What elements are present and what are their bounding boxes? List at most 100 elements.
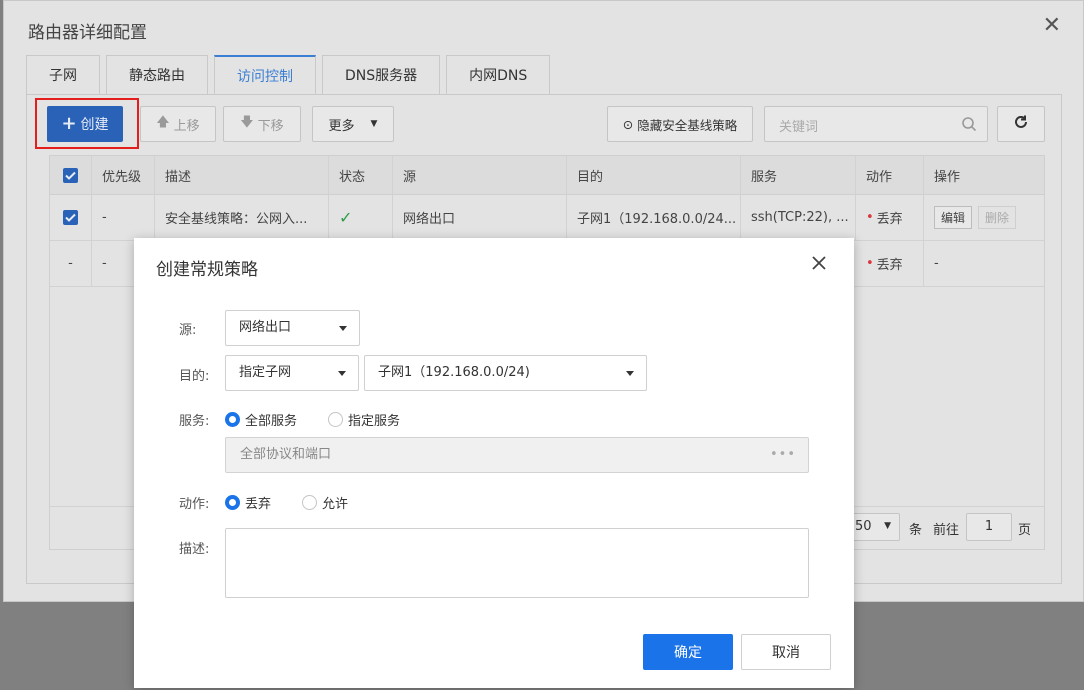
header-desc: 描述 (155, 156, 329, 194)
service-protocol-value: 全部协议和端口 (240, 447, 332, 462)
header-action: 动作 (856, 156, 924, 194)
tab-bar: 子网 静态路由 访问控制 DNS服务器 内网DNS (26, 55, 556, 96)
desc-label: 描述: (179, 542, 210, 557)
action-text: 丢弃 (876, 212, 903, 227)
modal-title: 创建常规策略 (156, 260, 258, 280)
edit-button[interactable]: 编辑 (934, 206, 973, 229)
cell-action: • 丢弃 (856, 195, 924, 240)
caret-down-icon (338, 371, 346, 376)
service-all-radio[interactable]: 全部服务 (225, 410, 297, 429)
row-checkbox[interactable] (50, 195, 92, 240)
plus-icon: + (61, 113, 77, 134)
service-protocol-field: 全部协议和端口 ••• (225, 437, 809, 473)
header-priority: 优先级 (92, 156, 155, 194)
refresh-button[interactable] (997, 106, 1045, 142)
cell-op: - (934, 256, 939, 271)
create-policy-modal: 创建常规策略 源: 网络出口 目的: 指定子网 子网1（192.168.0.0/… (134, 238, 854, 688)
dest-subnet-select[interactable]: 子网1（192.168.0.0/24) (364, 355, 647, 391)
table-header: 优先级 描述 状态 源 目的 服务 动作 操作 (50, 156, 1044, 195)
cell-action: • 丢弃 (856, 241, 924, 286)
cell-service: ssh(TCP:22), ... (741, 195, 856, 240)
dest-type-select[interactable]: 指定子网 (225, 355, 359, 391)
refresh-icon (1013, 114, 1029, 134)
header-service: 服务 (741, 156, 856, 194)
caret-down-icon (626, 371, 634, 376)
service-all-label: 全部服务 (245, 414, 298, 429)
caret-down-icon: ▼ (884, 521, 891, 531)
cell-desc: 安全基线策略：公网入... (155, 195, 329, 240)
header-source: 源 (393, 156, 567, 194)
close-icon[interactable]: ✕ (1043, 15, 1061, 37)
drop-dot-icon: • (866, 256, 874, 271)
tab-subnet[interactable]: 子网 (26, 55, 100, 95)
move-up-button[interactable]: 🡅 上移 (140, 106, 216, 142)
delete-button[interactable]: 删除 (978, 206, 1017, 229)
hide-baseline-label: 隐藏安全基线策略 (637, 117, 738, 133)
action-drop-radio[interactable]: 丢弃 (225, 493, 271, 512)
tab-static-route[interactable]: 静态路由 (106, 55, 208, 95)
checkbox-icon (63, 210, 78, 225)
cell-op: 编辑 删除 (924, 195, 1046, 240)
move-down-label: 下移 (257, 118, 284, 134)
pager-unit: 条 (909, 523, 923, 538)
more-dropdown[interactable]: 更多 ▼ (312, 106, 394, 142)
action-allow-label: 允许 (322, 497, 349, 512)
hide-baseline-button[interactable]: ⊙ 隐藏安全基线策略 (607, 106, 753, 142)
pager-goto: 前往 (933, 523, 960, 538)
header-dest: 目的 (567, 156, 741, 194)
service-label: 服务: (179, 414, 210, 429)
tab-access-control[interactable]: 访问控制 (214, 55, 316, 96)
more-label: 更多 (328, 118, 355, 134)
create-label: 创建 (80, 117, 109, 133)
dialog-title: 路由器详细配置 (28, 23, 147, 43)
search-icon (961, 116, 977, 136)
close-icon[interactable] (812, 256, 826, 274)
arrow-down-icon: 🡇 (240, 115, 254, 130)
status-ok-icon: ✓ (329, 195, 393, 240)
radio-unchecked-icon (328, 412, 343, 427)
radio-checked-icon (225, 495, 240, 510)
dest-label: 目的: (179, 369, 210, 384)
arrow-up-icon: 🡅 (156, 115, 170, 130)
source-select[interactable]: 网络出口 (225, 310, 360, 346)
action-allow-radio[interactable]: 允许 (302, 493, 348, 512)
cell-dest: 子网1（192.168.0.0/24... (567, 195, 741, 240)
action-drop-label: 丢弃 (245, 497, 272, 512)
move-up-label: 上移 (173, 118, 200, 134)
more-dots-icon: ••• (769, 447, 796, 462)
tab-intranet-dns[interactable]: 内网DNS (446, 55, 551, 95)
cell-source: 网络出口 (393, 195, 567, 240)
cancel-button[interactable]: 取消 (741, 634, 831, 670)
dest-type-value: 指定子网 (239, 365, 292, 380)
caret-down-icon (339, 326, 347, 331)
drop-dot-icon: • (866, 210, 874, 225)
action-label: 动作: (179, 497, 210, 512)
table-row: - 安全基线策略：公网入... ✓ 网络出口 子网1（192.168.0.0/2… (50, 195, 1044, 241)
service-specific-radio[interactable]: 指定服务 (328, 410, 400, 429)
checkbox-icon (63, 167, 78, 183)
cell-check: - (50, 241, 92, 286)
source-label: 源: (179, 323, 197, 338)
check-circle-icon: ⊙ (622, 116, 634, 132)
create-button[interactable]: + 创建 (47, 106, 123, 142)
confirm-button[interactable]: 确定 (643, 634, 733, 670)
description-textarea[interactable] (225, 528, 809, 598)
tab-dns-server[interactable]: DNS服务器 (322, 55, 441, 95)
dest-subnet-value: 子网1（192.168.0.0/24) (378, 365, 530, 380)
cell-priority: - (92, 195, 155, 240)
service-specific-label: 指定服务 (348, 414, 401, 429)
move-down-button[interactable]: 🡇 下移 (223, 106, 301, 142)
search-input[interactable]: 关键词 (764, 106, 988, 142)
radio-checked-icon (225, 412, 240, 427)
select-all-checkbox[interactable] (50, 156, 92, 194)
source-value: 网络出口 (239, 320, 292, 335)
caret-down-icon: ▼ (370, 119, 378, 129)
pager-page-unit: 页 (1018, 523, 1032, 538)
header-status: 状态 (329, 156, 393, 194)
search-placeholder: 关键词 (779, 120, 819, 135)
page-size-value: 50 (855, 519, 872, 534)
page-number-input[interactable]: 1 (966, 513, 1012, 541)
action-text: 丢弃 (876, 258, 903, 273)
header-op: 操作 (934, 169, 961, 185)
radio-unchecked-icon (302, 495, 317, 510)
